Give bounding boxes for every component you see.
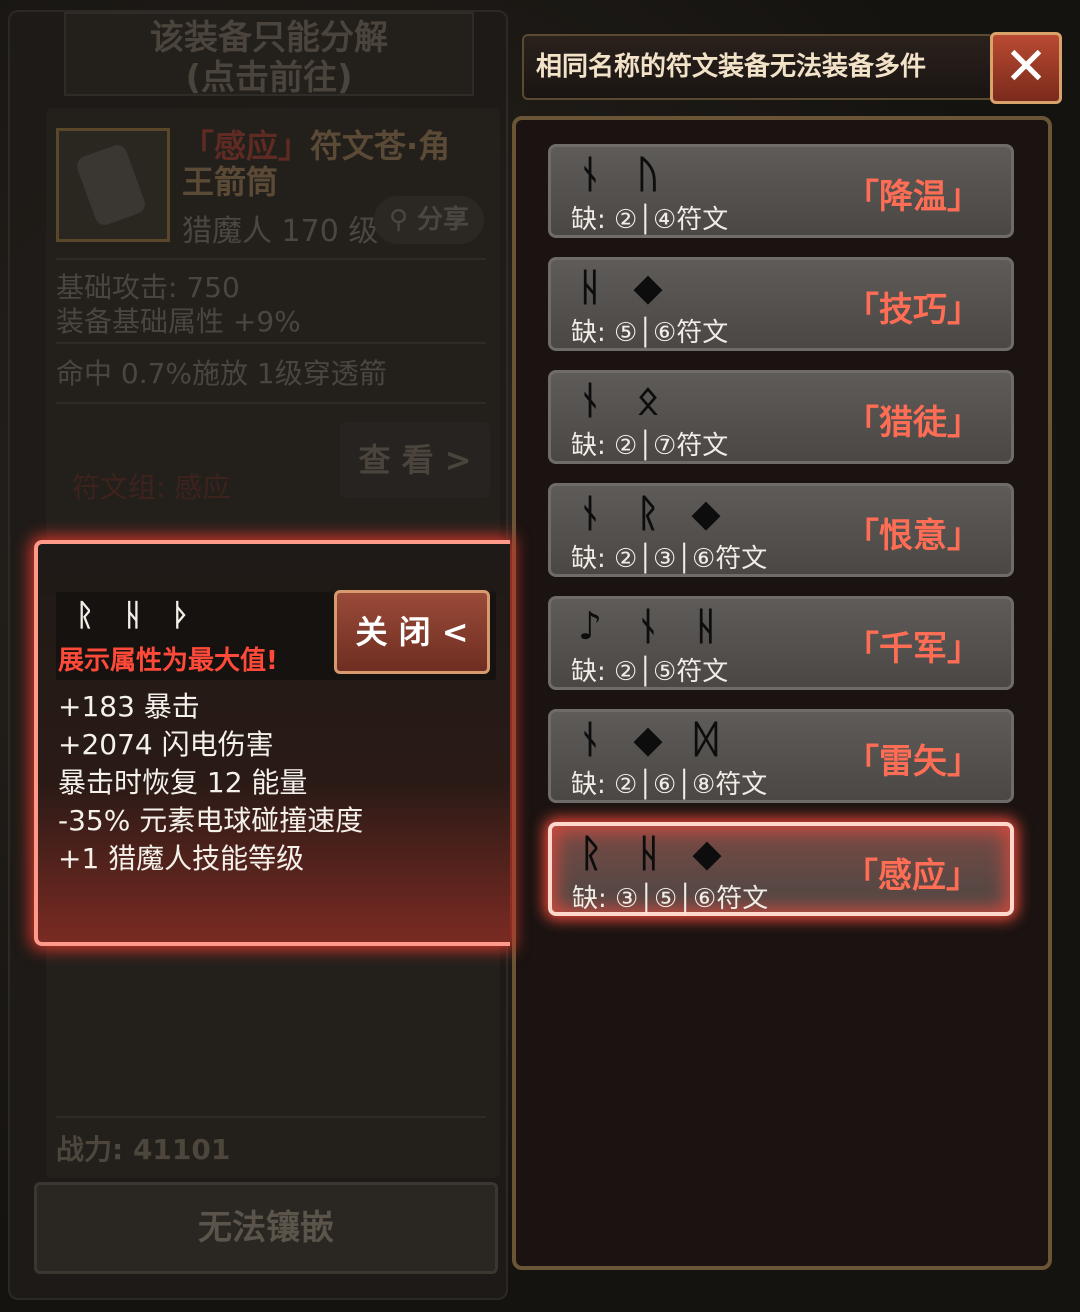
disassemble-only-button[interactable]: 该装备只能分解 (点击前往) [64, 12, 474, 98]
stat-line: +183 暴击 [58, 690, 200, 723]
rune-icon: ᚺ [124, 598, 142, 633]
rune-set-popup: ᚱ ᚺ ᚦ 展示属性为最大值! 关 闭 < +183 暴击 +2074 闪电伤害… [34, 540, 510, 946]
missing-runes: 缺: ②│⑥│⑧符文 [571, 770, 768, 800]
rune-icon: ◆ [633, 717, 663, 761]
rune-set-card[interactable]: ♪ ᚾ ᚺ 缺: ②│⑤符文 「千军」 [548, 596, 1014, 690]
hit-effect: 命中 0.7%施放 1级穿透箭 [56, 357, 387, 390]
rune-icon: ᚺ [578, 265, 602, 309]
disassemble-title: 该装备只能分解 [150, 18, 388, 58]
stat-line: +2074 闪电伤害 [58, 728, 274, 761]
rune-set-card[interactable]: ᚾ ᚱ ◆ 缺: ②│③│⑥符文 「恨意」 [548, 483, 1014, 577]
rune-icon: ◆ [692, 831, 722, 875]
popup-close-button[interactable]: 关 闭 < [334, 590, 490, 674]
rune-icon: ᚾ [578, 378, 602, 422]
divider [56, 1116, 486, 1118]
close-icon[interactable]: ✕ [990, 32, 1062, 104]
rune-icon: ᛞ [694, 717, 718, 761]
rune-set-name: 「降温」 [845, 177, 981, 217]
divider [56, 258, 486, 260]
rune-row: ᚺ ◆ [575, 266, 663, 312]
rune-set-name: 「技巧」 [845, 290, 981, 330]
rune-icon: ᚺ [637, 831, 661, 875]
rune-icon: ᚾ [578, 717, 602, 761]
power-rating: 战力: 41101 [56, 1133, 231, 1166]
rune-icon: ᚾ [578, 491, 602, 535]
missing-runes: 缺: ③│⑤│⑥符文 [572, 884, 769, 914]
rune-icon: ᛟ [636, 378, 660, 422]
rune-group-label: 符文组: 感应 [72, 471, 231, 504]
share-label: 分享 [417, 205, 470, 235]
popup-stat-list: +183 暴击 +2074 闪电伤害 暴击时恢复 12 能量 -35% 元素电球… [58, 688, 363, 878]
rune-icon: ᚾ [636, 604, 660, 648]
disassemble-subtitle: (点击前往) [185, 58, 353, 98]
share-button[interactable]: ⚲ 分享 [374, 196, 484, 244]
rune-row: ᚾ ᚱ ◆ [575, 492, 721, 538]
rune-row: ᚾᛟ [575, 379, 663, 425]
rune-icon: ᚱ [636, 491, 660, 535]
rune-set-name: 「恨意」 [845, 516, 981, 556]
missing-runes: 缺: ②│③│⑥符文 [571, 544, 768, 574]
popup-rune-row: ᚱ ᚺ ᚦ [72, 598, 194, 634]
view-button[interactable]: 查 看 > [340, 422, 490, 498]
stat-line: +1 猎魔人技能等级 [58, 842, 305, 875]
missing-runes: 缺: ②│⑦符文 [571, 431, 729, 461]
rune-icon: ᚦ [172, 598, 190, 633]
item-name-prefix: 「感应」 [182, 127, 311, 165]
missing-runes: 缺: ②│⑤符文 [571, 657, 729, 687]
notice-banner: 相同名称的符文装备无法装备多件 [522, 34, 994, 100]
rune-set-card[interactable]: ᚺ ◆ 缺: ⑤│⑥符文 「技巧」 [548, 257, 1014, 351]
rune-row: ᚾ ◆ ᛞ [575, 718, 721, 764]
rune-set-name: 「感应」 [844, 856, 980, 896]
rune-icon: ᚺ [694, 604, 718, 648]
rune-icon: ♪ [577, 604, 603, 648]
quiver-icon [74, 142, 148, 228]
rune-set-card[interactable]: ᚾ ᚢ 缺: ②│④符文 「降温」 [548, 144, 1014, 238]
share-icon: ⚲ [388, 205, 408, 235]
rune-icon: ◆ [633, 265, 663, 309]
missing-runes: 缺: ②│④符文 [571, 205, 729, 235]
divider [56, 402, 486, 404]
item-class-level: 猎魔人 170 级 [182, 214, 379, 249]
rune-row: ᚾᚢ [575, 153, 663, 199]
rune-icon: ᚱ [76, 598, 94, 633]
rune-set-name: 「千军」 [845, 629, 981, 669]
rune-set-card[interactable]: ᚾ ◆ ᛞ 缺: ②│⑥│⑧符文 「雷矢」 [548, 709, 1014, 803]
divider [56, 342, 486, 344]
item-icon [56, 128, 170, 242]
rune-icon: ᚢ [636, 152, 660, 196]
rune-icon: ᚾ [578, 152, 602, 196]
stat-line: 暴击时恢复 12 能量 [58, 766, 308, 799]
item-name: 「感应」符文苍·角王箭筒 [182, 128, 482, 200]
rune-row: ♪ ᚾ ᚺ [575, 605, 721, 651]
cannot-inlay-button[interactable]: 无法镶嵌 [34, 1182, 498, 1274]
rune-row: ᚱ ᚺ ◆ [576, 832, 722, 878]
rune-set-card[interactable]: ᚱ ᚺ ◆ 缺: ③│⑤│⑥符文 「感应」 [548, 822, 1014, 916]
rune-set-name: 「雷矢」 [845, 742, 981, 782]
rune-set-card[interactable]: ᚾ ᛟ 缺: ②│⑦符文 「猎徒」 [548, 370, 1014, 464]
stat-line: -35% 元素电球碰撞速度 [58, 804, 364, 837]
missing-runes: 缺: ⑤│⑥符文 [571, 318, 729, 348]
rune-set-name: 「猎徒」 [845, 403, 981, 443]
max-value-note: 展示属性为最大值! [58, 646, 278, 676]
rune-icon: ᚱ [579, 831, 603, 875]
rune-icon: ◆ [691, 491, 721, 535]
base-attribute: 装备基础属性 +9% [56, 305, 301, 338]
